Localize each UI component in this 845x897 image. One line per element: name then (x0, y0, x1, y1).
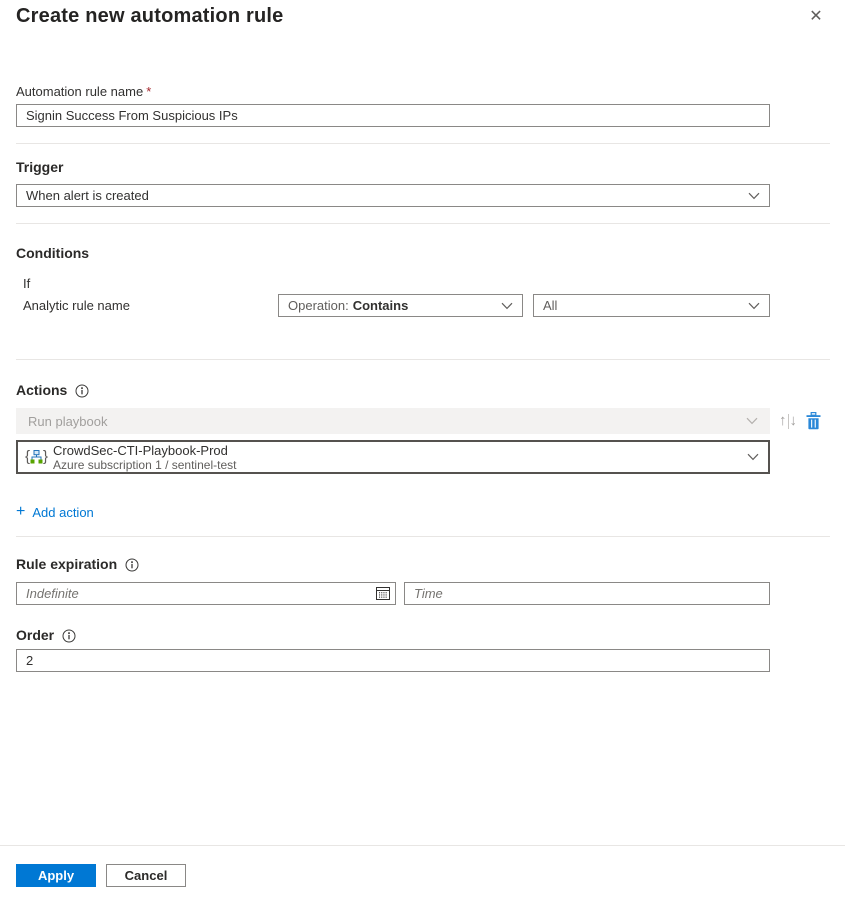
delete-action-button[interactable] (806, 412, 821, 430)
plus-icon: + (16, 504, 25, 520)
trigger-dropdown[interactable]: When alert is created (16, 184, 770, 207)
order-heading: Order (16, 627, 54, 644)
add-action-label: Add action (32, 505, 93, 520)
close-icon: ✕ (809, 8, 822, 25)
rule-name-label: Automation rule name* (16, 84, 830, 99)
move-down-button[interactable]: ↓ (789, 412, 799, 430)
trash-icon (806, 412, 821, 430)
trigger-selected-value: When alert is created (26, 188, 149, 203)
condition-field-label: Analytic rule name (23, 298, 278, 313)
playbook-dropdown[interactable]: { } CrowdSec-CTI-Playbook-Prod Azure sub… (16, 440, 770, 474)
page-title: Create new automation rule (16, 0, 830, 28)
cancel-button[interactable]: Cancel (106, 864, 186, 887)
rule-expiration-info-button[interactable] (125, 558, 139, 572)
order-info-button[interactable] (62, 629, 76, 643)
divider (16, 223, 830, 224)
order-input[interactable] (16, 649, 770, 672)
expiration-date-input[interactable] (16, 582, 396, 605)
actions-heading-row: Actions (16, 382, 830, 399)
divider (16, 536, 830, 537)
condition-operator-dropdown[interactable]: Operation: Contains (278, 294, 523, 317)
rule-expiration-heading: Rule expiration (16, 556, 117, 573)
divider (16, 143, 830, 144)
playbook-name: CrowdSec-CTI-Playbook-Prod (53, 443, 236, 458)
logic-app-icon: { } (25, 450, 48, 464)
apply-button[interactable]: Apply (16, 864, 96, 887)
add-action-button[interactable]: + Add action (16, 504, 94, 520)
move-up-button[interactable]: ↑ (778, 412, 788, 430)
dialog-footer: Apply Cancel (0, 845, 845, 897)
close-button[interactable]: ✕ (805, 6, 827, 28)
action-reorder-controls: ↑ ↓ (778, 412, 798, 430)
actions-info-button[interactable] (75, 384, 89, 398)
conditions-heading: Conditions (16, 245, 830, 262)
info-icon (125, 558, 139, 572)
expiration-time-input[interactable] (404, 582, 770, 605)
operator-selected-value: Contains (353, 298, 409, 313)
chevron-down-icon (748, 192, 760, 200)
action-type-value: Run playbook (28, 414, 108, 429)
action-row: Run playbook ↑ ↓ (16, 408, 830, 434)
expiration-row (16, 582, 830, 605)
condition-value-dropdown[interactable]: All (533, 294, 770, 317)
playbook-scope: Azure subscription 1 / sentinel-test (53, 458, 236, 472)
condition-row: Analytic rule name Operation: Contains A… (16, 294, 830, 317)
trigger-heading: Trigger (16, 159, 830, 176)
chevron-down-icon (747, 453, 759, 461)
action-type-dropdown-disabled: Run playbook (16, 408, 770, 434)
order-heading-row: Order (16, 627, 830, 644)
operator-prefix-label: Operation: (288, 298, 349, 313)
info-icon (62, 629, 76, 643)
expiration-date-field (16, 582, 396, 605)
divider (16, 359, 830, 360)
create-automation-rule-dialog: Create new automation rule ✕ Automation … (0, 0, 830, 672)
calendar-icon (375, 585, 391, 601)
condition-selected-value: All (543, 298, 557, 313)
rule-name-input[interactable] (16, 104, 770, 127)
conditions-if-label: If (23, 276, 830, 292)
rule-expiration-heading-row: Rule expiration (16, 556, 830, 573)
move-up-icon: ↑ (779, 412, 787, 429)
required-asterisk: * (146, 84, 151, 99)
move-down-icon: ↓ (790, 412, 798, 429)
info-icon (75, 384, 89, 398)
date-picker-button[interactable] (375, 585, 391, 601)
actions-heading: Actions (16, 382, 67, 399)
chevron-down-icon (748, 302, 760, 310)
chevron-down-icon (746, 417, 758, 425)
chevron-down-icon (501, 302, 513, 310)
